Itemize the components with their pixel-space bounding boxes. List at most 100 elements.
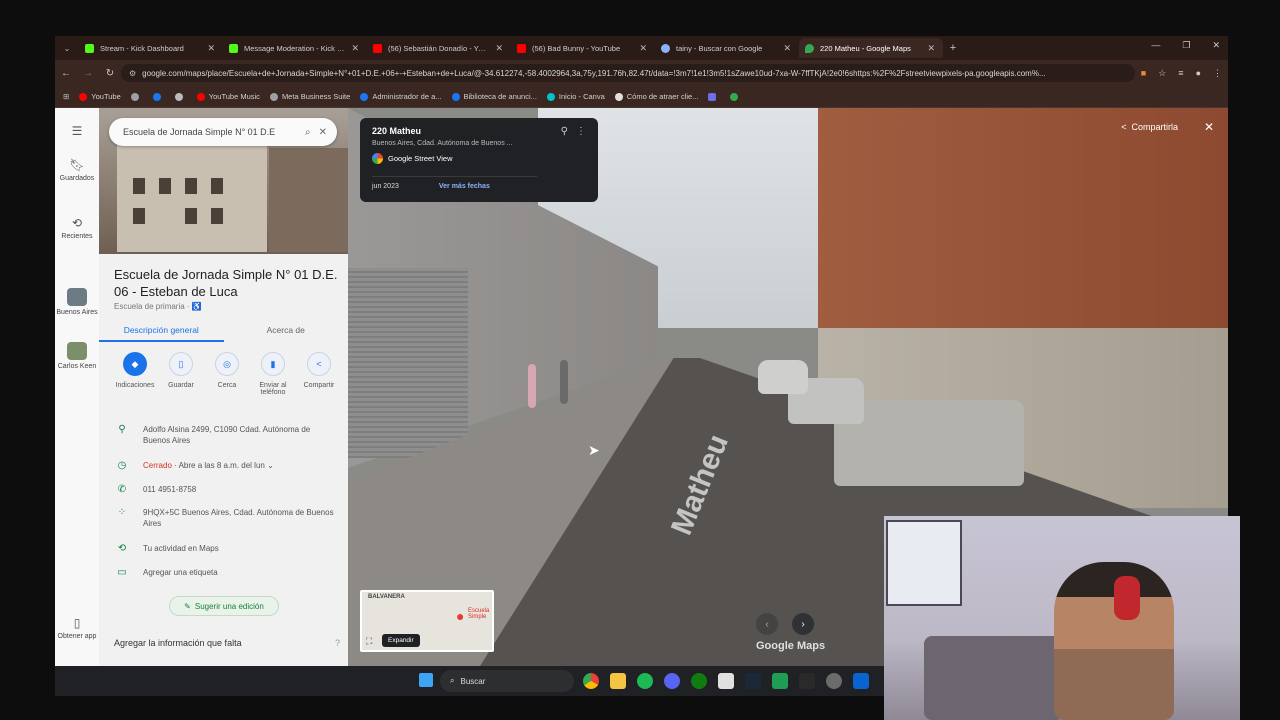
activity-row[interactable]: ⟲ Tu actividad en Maps — [115, 543, 337, 554]
bookmark-ads-manager[interactable]: Administrador de a... — [360, 92, 442, 101]
back-icon[interactable]: ← — [55, 68, 77, 79]
tab-search-icon[interactable]: ⌄ — [55, 44, 79, 53]
bookmark-meta-business[interactable]: Meta Business Suite — [269, 92, 350, 101]
rail-place-carlos-keen[interactable]: Carlos Keen — [55, 342, 99, 370]
suggest-edit-button[interactable]: ✎ Sugerir una edición — [169, 596, 279, 616]
kick-icon — [85, 43, 94, 53]
share-streetview-button[interactable]: < Compartirla — [1121, 122, 1178, 132]
tab-google-maps[interactable]: 220 Matheu - Google Maps ✕ — [799, 38, 943, 58]
address-row[interactable]: ⚲ Adolfo Alsina 2499, C1090 Cdad. Autónom… — [115, 424, 337, 446]
bookmark-cloud[interactable] — [130, 92, 143, 101]
close-icon[interactable]: ✕ — [495, 43, 503, 54]
menu-kebab-icon[interactable]: ⋮ — [1213, 68, 1222, 79]
menu-button[interactable]: ☰ — [55, 124, 99, 141]
minimize-icon[interactable]: — — [1151, 40, 1160, 51]
save-button[interactable]: ▯ Guardar — [159, 352, 203, 396]
close-streetview-icon[interactable]: ✕ — [1204, 120, 1214, 134]
outlook-icon[interactable] — [853, 673, 869, 689]
spotify-icon[interactable] — [637, 673, 653, 689]
tab-overview[interactable]: Descripción general — [99, 320, 224, 342]
restore-icon[interactable]: ❐ — [1182, 40, 1190, 51]
bookmark-extra-1[interactable] — [708, 92, 720, 101]
close-icon[interactable]: ✕ — [783, 43, 791, 54]
bookmark-icon — [708, 92, 717, 101]
rail-recent[interactable]: ⟲ Recientes — [55, 216, 99, 240]
tab-kick-moderation[interactable]: Message Moderation - Kick Da ✕ — [223, 38, 367, 58]
close-icon[interactable]: ✕ — [639, 43, 647, 54]
bookmark-star-icon[interactable]: ☆ — [1158, 68, 1166, 79]
phone-row[interactable]: ✆ 011 4951-8758 — [115, 484, 337, 495]
close-icon[interactable]: ✕ — [927, 43, 935, 54]
meta-icon — [451, 92, 460, 101]
chevron-right-icon[interactable]: › — [792, 613, 814, 635]
see-more-dates-link[interactable]: Ver más fechas — [439, 183, 490, 190]
close-icon[interactable]: ✕ — [319, 127, 327, 138]
hours-row[interactable]: ◷ Cerrado · Abre a las 8 a.m. del lun ⌄ — [115, 460, 337, 471]
help-icon[interactable]: ? — [335, 638, 340, 648]
tab-about[interactable]: Acerca de — [224, 320, 349, 342]
bookmark-threads[interactable] — [174, 92, 187, 101]
tab-youtube-badbunny[interactable]: (56) Bad Bunny - YouTube ✕ — [511, 38, 655, 58]
search-input[interactable]: Escuela de Jornada Simple N° 01 D.E — [123, 127, 297, 137]
extension-icon[interactable]: ■ — [1141, 68, 1146, 78]
bookmark-youtube[interactable]: YouTube — [79, 92, 121, 101]
steam-icon[interactable] — [745, 673, 761, 689]
bookmark-facebook[interactable] — [152, 92, 165, 101]
close-icon[interactable]: ✕ — [207, 43, 215, 54]
bookmark-atraer-clientes[interactable]: Cómo de atraer clie... — [614, 92, 698, 101]
location-pin-icon[interactable]: ⚲ — [561, 126, 568, 137]
nearby-button[interactable]: ◎ Cerca — [205, 352, 249, 396]
bookmark-ads-library[interactable]: Biblioteca de anunci... — [451, 92, 537, 101]
close-icon[interactable]: ✕ — [351, 43, 359, 54]
photo-window — [211, 178, 223, 194]
apps-grid-icon[interactable]: ⊞ — [63, 92, 69, 101]
chevron-left-icon[interactable]: ‹ — [756, 613, 778, 635]
rail-get-app[interactable]: ▯ Obtener app — [55, 616, 99, 640]
location-info-card: 220 Matheu Buenos Aires, Cdad. Autónoma … — [360, 118, 598, 202]
reload-icon[interactable]: ↻ — [99, 68, 121, 79]
taskbar-search[interactable]: ⌕ Buscar — [440, 670, 574, 692]
add-label-row[interactable]: ▭ Agregar una etiqueta — [115, 567, 337, 578]
rail-saved[interactable]: 🔖︎ Guardados — [55, 158, 99, 182]
forward-icon[interactable]: → — [77, 68, 99, 79]
add-missing-info[interactable]: Agregar la información que falta? — [114, 638, 340, 648]
xbox-icon[interactable] — [691, 673, 707, 689]
directions-icon: ◆ — [123, 352, 147, 376]
site-info-icon[interactable]: ⚙ — [129, 69, 136, 78]
expand-icon[interactable]: ⛶ — [366, 636, 372, 647]
windows-start-icon[interactable] — [419, 673, 433, 687]
send-to-phone-button[interactable]: ▮ Enviar al teléfono — [251, 352, 295, 396]
chevron-down-icon[interactable]: ⌄ — [267, 461, 274, 470]
more-options-icon[interactable]: ⋮ — [576, 126, 586, 137]
chrome-icon[interactable] — [583, 673, 599, 689]
tab-youtube-donadio[interactable]: (56) Sebastián Donadío - YouTub ✕ — [367, 38, 511, 58]
search-box[interactable]: Escuela de Jornada Simple N° 01 D.E ⌕ ✕ — [109, 118, 337, 146]
profile-avatar-icon[interactable]: ● — [1196, 68, 1201, 78]
search-icon[interactable]: ⌕ — [305, 127, 311, 138]
new-tab-button[interactable]: + — [943, 42, 963, 54]
excel-icon[interactable] — [772, 673, 788, 689]
phone-call-icon: ✆ — [117, 484, 127, 495]
tab-google-search[interactable]: tainy - Buscar con Google ✕ — [655, 38, 799, 58]
obs-icon[interactable] — [826, 673, 842, 689]
bookmark-extra-2[interactable] — [730, 92, 742, 101]
share-button[interactable]: < Compartir — [297, 352, 341, 396]
address-bar[interactable]: ⚙ google.com/maps/place/Escuela+de+Jorna… — [121, 64, 1135, 82]
rail-place-buenos-aires[interactable]: Buenos Aires — [55, 288, 99, 316]
file-explorer-icon[interactable] — [610, 673, 626, 689]
minimap[interactable]: BALVANERA Escuela Simple ● ⛶ Expandir — [360, 590, 494, 652]
bookmark-canva[interactable]: Inicio - Canva — [546, 92, 605, 101]
plus-code-row[interactable]: ⁘ 9HQX+5C Buenos Aires, Cdad. Autónoma de… — [115, 507, 337, 529]
capcut-icon[interactable] — [718, 673, 734, 689]
history-icon: ⟲ — [117, 543, 127, 554]
tab-strip: ⌄ Stream - Kick Dashboard ✕ Message Moder… — [55, 36, 1228, 60]
canva-icon — [546, 92, 555, 101]
reading-list-icon[interactable]: ≡ — [1178, 68, 1183, 78]
discord-icon[interactable] — [664, 673, 680, 689]
epic-games-icon[interactable] — [799, 673, 815, 689]
bookmark-youtube-music[interactable]: YouTube Music — [196, 92, 260, 101]
tab-kick-dashboard[interactable]: Stream - Kick Dashboard ✕ — [79, 38, 223, 58]
close-window-icon[interactable]: ✕ — [1212, 40, 1220, 51]
capture-date: jun 2023 — [372, 183, 399, 190]
directions-button[interactable]: ◆ Indicaciones — [113, 352, 157, 396]
